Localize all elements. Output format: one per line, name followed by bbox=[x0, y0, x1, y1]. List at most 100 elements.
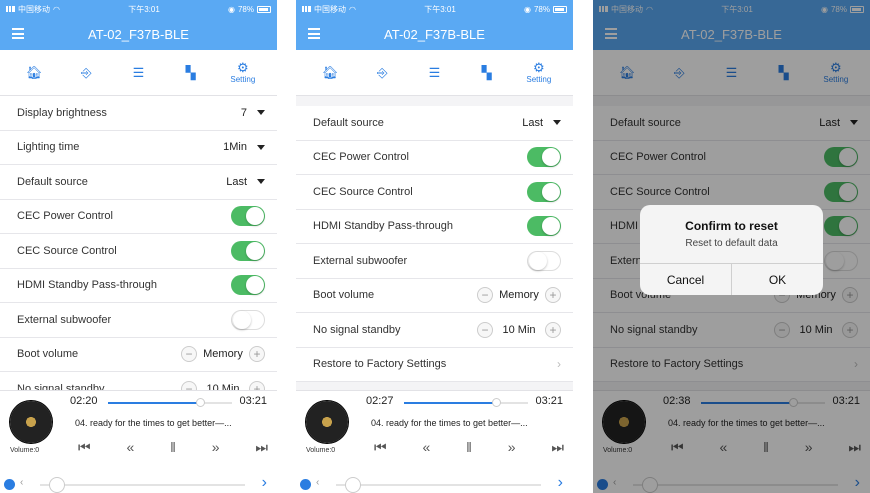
playback-controls: ⏮ « ‖ » ⏭ bbox=[374, 439, 564, 456]
decrement-button[interactable]: − bbox=[477, 321, 493, 338]
pause-icon[interactable]: ‖ bbox=[466, 439, 472, 456]
decrement-button[interactable]: − bbox=[181, 346, 197, 363]
volume-thumb[interactable] bbox=[49, 477, 65, 493]
clock: 下午3:01 bbox=[128, 4, 160, 14]
fast-forward-icon[interactable]: » bbox=[508, 439, 516, 456]
cancel-button[interactable]: Cancel bbox=[640, 264, 731, 295]
tab-input[interactable]: ⎆ bbox=[364, 56, 400, 90]
progress-thumb[interactable] bbox=[492, 398, 501, 407]
rewind-icon[interactable]: « bbox=[126, 439, 134, 456]
tab-pages[interactable]: ▚ bbox=[173, 56, 209, 90]
setting-label: External subwoofer bbox=[17, 313, 112, 326]
carrier: 中国移动 bbox=[314, 4, 346, 14]
hdmi-standby-toggle[interactable] bbox=[231, 275, 265, 296]
song-title: 04. ready for the times to get better—..… bbox=[75, 418, 232, 428]
tab-equalizer[interactable]: ☰ bbox=[416, 56, 452, 90]
fast-forward-icon[interactable]: » bbox=[212, 439, 220, 456]
setting-row-default-source[interactable]: Default source Last bbox=[0, 165, 277, 200]
cec-source-toggle[interactable] bbox=[527, 181, 561, 202]
equalizer-icon: ☰ bbox=[132, 64, 145, 80]
progress-bar[interactable] bbox=[404, 398, 528, 407]
music-player: Volume:0 02:20 03:21 04. ready for the t… bbox=[0, 390, 277, 493]
playback-controls: ⏮ « ‖ » ⏭ bbox=[78, 439, 268, 456]
volume-slider[interactable] bbox=[40, 484, 245, 486]
setting-value: 7 bbox=[240, 106, 247, 119]
stepper-value: Memory bbox=[499, 289, 539, 302]
skip-next-icon[interactable]: ⏭ bbox=[255, 439, 268, 456]
progress-bar[interactable] bbox=[108, 398, 232, 407]
skip-previous-icon[interactable]: ⏮ bbox=[374, 439, 387, 456]
setting-value: 1Min bbox=[223, 141, 247, 154]
ok-button[interactable]: OK bbox=[731, 264, 823, 295]
tab-input[interactable]: ⎆ bbox=[68, 56, 104, 90]
menu-icon[interactable] bbox=[308, 28, 320, 39]
dropdown-arrow-icon[interactable] bbox=[257, 144, 265, 150]
increment-button[interactable]: + bbox=[545, 321, 561, 338]
dialog-message: Reset to default data bbox=[685, 238, 778, 249]
volume-row: ‹ › bbox=[0, 474, 277, 493]
hdmi-standby-toggle[interactable] bbox=[527, 216, 561, 237]
wifi-icon: ◠ bbox=[53, 4, 60, 14]
gear-icon: ⚙ bbox=[237, 60, 249, 75]
forward-icon[interactable]: › bbox=[262, 474, 267, 492]
volume-thumb[interactable] bbox=[345, 477, 361, 493]
back-icon[interactable]: ‹ bbox=[316, 477, 319, 488]
tab-equalizer[interactable]: ☰ bbox=[120, 56, 156, 90]
wifi-icon: ◠ bbox=[349, 4, 356, 14]
signal-icon bbox=[6, 6, 15, 12]
skip-previous-icon[interactable]: ⏮ bbox=[78, 439, 91, 456]
forward-icon[interactable]: › bbox=[558, 474, 563, 492]
increment-button[interactable]: + bbox=[249, 346, 265, 363]
dropdown-arrow-icon[interactable] bbox=[553, 120, 561, 126]
screenshot-montage: 中国移动 ◠ 下午3:01 ◉ 78% AT-02_F37B-BLE 🏠︎ ⎆ ☰ … bbox=[0, 0, 870, 493]
alarm-icon: ◉ bbox=[228, 4, 235, 14]
restore-factory-settings[interactable]: Restore to Factory Settings › bbox=[296, 348, 573, 382]
progress-thumb[interactable] bbox=[196, 398, 205, 407]
skip-next-icon[interactable]: ⏭ bbox=[551, 439, 564, 456]
battery-icon bbox=[257, 5, 271, 13]
tab-setting[interactable]: ⚙ Setting bbox=[521, 56, 557, 90]
setting-row-hdmi-standby: HDMI Standby Pass-through bbox=[296, 210, 573, 244]
title-bar: AT-02_F37B-BLE bbox=[296, 18, 573, 50]
pause-icon[interactable]: ‖ bbox=[170, 439, 176, 456]
volume-slider[interactable] bbox=[336, 484, 541, 486]
dropdown-arrow-icon[interactable] bbox=[257, 179, 265, 185]
battery-text: 78% bbox=[237, 4, 254, 14]
back-icon[interactable]: ‹ bbox=[20, 477, 23, 488]
setting-row-cec-source: CEC Source Control bbox=[0, 234, 277, 269]
setting-row-lighting-time[interactable]: Lighting time 1Min bbox=[0, 131, 277, 165]
setting-row-cec-power: CEC Power Control bbox=[296, 141, 573, 175]
phone-screen-1: 中国移动 ◠ 下午3:01 ◉ 78% AT-02_F37B-BLE 🏠︎ ⎆ ☰ … bbox=[0, 0, 277, 493]
setting-row-hdmi-standby: HDMI Standby Pass-through bbox=[0, 269, 277, 303]
cec-source-toggle[interactable] bbox=[231, 240, 265, 261]
tab-pages[interactable]: ▚ bbox=[469, 56, 505, 90]
tab-home[interactable]: 🏠︎ bbox=[312, 56, 348, 90]
decrement-button[interactable]: − bbox=[477, 287, 493, 304]
dropdown-arrow-icon[interactable] bbox=[257, 110, 265, 116]
alarm-icon: ◉ bbox=[524, 4, 531, 14]
subwoofer-toggle[interactable] bbox=[527, 250, 561, 271]
setting-label: External subwoofer bbox=[313, 254, 408, 267]
menu-icon[interactable] bbox=[12, 28, 24, 39]
speaker-icon[interactable] bbox=[4, 479, 15, 490]
input-icon: ⎆ bbox=[377, 64, 388, 80]
tab-setting[interactable]: ⚙ Setting bbox=[225, 56, 261, 90]
total-time: 03:21 bbox=[535, 395, 563, 407]
cec-power-toggle[interactable] bbox=[231, 206, 265, 227]
cec-power-toggle[interactable] bbox=[527, 147, 561, 168]
setting-label: Boot volume bbox=[17, 348, 79, 361]
setting-row-cec-power: CEC Power Control bbox=[0, 200, 277, 234]
increment-button[interactable]: + bbox=[545, 287, 561, 304]
battery-icon bbox=[553, 5, 567, 13]
phone-screen-2: 中国移动 ◠ 下午3:01 ◉ 78% AT-02_F37B-BLE 🏠︎ ⎆ ☰ … bbox=[296, 0, 573, 493]
carrier: 中国移动 bbox=[18, 4, 50, 14]
speaker-icon[interactable] bbox=[300, 479, 311, 490]
rewind-icon[interactable]: « bbox=[422, 439, 430, 456]
tab-setting-label: Setting bbox=[526, 75, 552, 84]
tab-home[interactable]: 🏠︎ bbox=[16, 56, 52, 90]
setting-row-display-brightness[interactable]: Display brightness 7 bbox=[0, 96, 277, 131]
setting-row-default-source[interactable]: Default source Last bbox=[296, 106, 573, 141]
signal-icon bbox=[302, 6, 311, 12]
setting-label: HDMI Standby Pass-through bbox=[17, 279, 158, 292]
subwoofer-toggle[interactable] bbox=[231, 309, 265, 330]
